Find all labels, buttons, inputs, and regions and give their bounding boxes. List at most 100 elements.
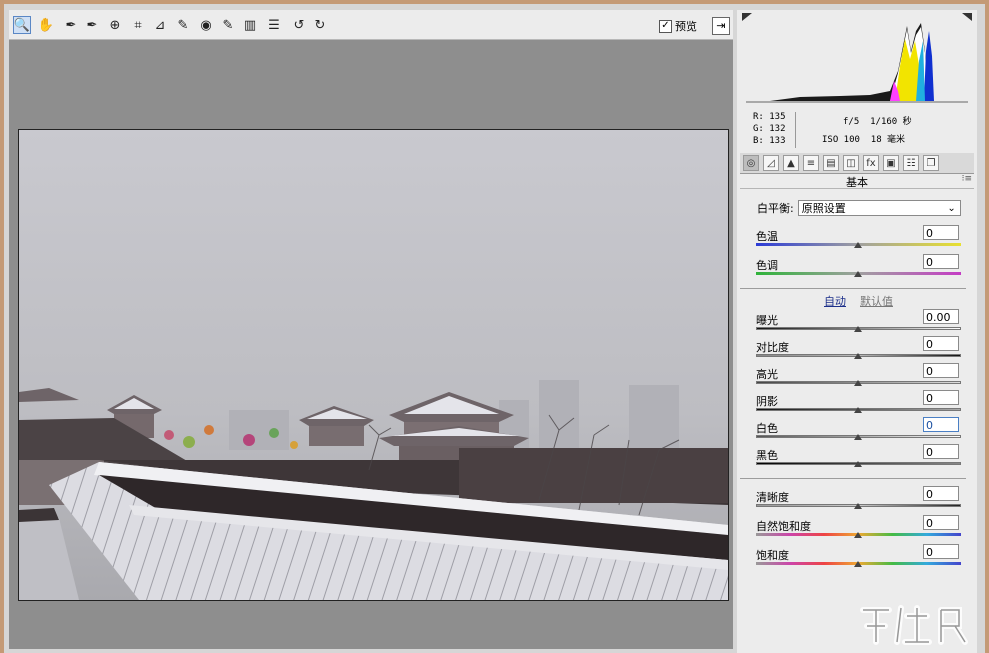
tab-presets[interactable]: ☷ [903,155,919,171]
rotate-left-tool[interactable]: ↺ [290,16,308,34]
shadows-input[interactable]: 0 [923,390,959,405]
presets-icon: ☷ [906,157,916,169]
contrast-thumb[interactable] [854,353,862,359]
highlights-label: 高光 [756,368,778,381]
preview-toggle[interactable]: ✓ 预览 [659,18,697,34]
blacks-label: 黑色 [756,449,778,462]
rotate-right-tool[interactable]: ↻ [311,16,329,34]
tab-hsl[interactable]: ≡ [803,155,819,171]
saturation-thumb[interactable] [854,561,862,567]
graduated-filter-tool[interactable]: ▥ [241,16,259,34]
whites-thumb[interactable] [854,434,862,440]
fullscreen-toggle-button[interactable]: ⇥ [712,17,730,35]
spot-removal-icon: ✎ [177,17,189,33]
exposure-thumb[interactable] [854,326,862,332]
contrast-label: 对比度 [756,341,789,354]
crop-tool[interactable]: ⌗ [129,16,147,34]
separator [740,478,966,479]
tab-camera-calibration[interactable]: ▣ [883,155,899,171]
zoom-tool[interactable]: 🔍 [13,16,31,34]
contrast-input[interactable]: 0 [923,336,959,351]
tab-effects[interactable]: fx [863,155,879,171]
white-balance-tool[interactable]: ✒ [62,16,80,34]
exposure-input[interactable]: 0.00 [923,309,959,324]
shutter-value: 1/160 秒 [870,117,912,127]
list-icon: ☰ [268,17,280,33]
curve-icon: ◿ [767,157,775,169]
spot-removal-tool[interactable]: ✎ [174,16,192,34]
preferences-tool[interactable]: ☰ [265,16,283,34]
focal-length-value: 18 毫米 [870,135,906,145]
hsl-icon: ≡ [806,157,816,169]
clarity-thumb[interactable] [854,503,862,509]
section-title-text: 基本 [846,176,868,189]
tint-input[interactable]: 0 [923,254,959,269]
site-watermark-logo [860,605,968,645]
panel-menu-icon[interactable]: ⁝≡ [962,174,972,184]
r-value: 135 [769,112,786,122]
clarity-input[interactable]: 0 [923,486,959,501]
highlights-input[interactable]: 0 [923,363,959,378]
blacks-thumb[interactable] [854,461,862,467]
chevron-down-icon: ⌄ [947,203,956,214]
tab-basic[interactable]: ◎ [743,155,759,171]
auto-link[interactable]: 自动 [824,293,846,309]
rgb-readout: R: 135 G: 132 B: 133 [753,112,786,148]
image-canvas[interactable] [9,40,733,649]
straighten-tool[interactable]: ⊿ [151,16,169,34]
white-balance-select[interactable]: 原照设置 ⌄ [797,200,961,216]
snapshots-icon: ❐ [926,157,936,169]
panel-tabs: ◎ ◿ ▲ ≡ ▤ ◫ fx ▣ ☷ ❐ [740,153,974,174]
tint-thumb[interactable] [854,271,862,277]
eyedropper-icon: ✒ [65,17,77,33]
tab-detail[interactable]: ▲ [783,155,799,171]
targeted-adjustment-tool[interactable]: ⊕ [106,16,124,34]
adjustments-panel: R: 135 G: 132 B: 133 f/5 1/160 秒 ISO 100… [737,10,977,653]
histogram [740,11,974,106]
zoom-icon: 🔍 [13,17,31,33]
vibrance-thumb[interactable] [854,532,862,538]
b-label: B: [753,136,764,146]
temperature-thumb[interactable] [854,242,862,248]
default-link[interactable]: 默认值 [860,293,893,309]
rotate-right-icon: ↻ [314,17,326,33]
red-eye-tool[interactable]: ◉ [197,16,215,34]
tab-lens[interactable]: ◫ [843,155,859,171]
tab-split-toning[interactable]: ▤ [823,155,839,171]
separator [740,288,966,289]
graduated-filter-icon: ▥ [243,17,257,33]
temperature-input[interactable]: 0 [923,225,959,240]
shadows-thumb[interactable] [854,407,862,413]
camera-icon: ▣ [886,157,896,169]
blacks-input[interactable]: 0 [923,444,959,459]
hand-icon: ✋ [37,17,55,33]
info-divider [795,112,796,148]
saturation-label: 饱和度 [756,549,789,562]
temperature-label: 色温 [756,230,778,243]
export-icon: ⇥ [716,19,726,32]
whites-label: 白色 [756,422,778,435]
preview-checkbox[interactable]: ✓ [659,19,672,33]
saturation-input[interactable]: 0 [923,544,959,559]
tab-snapshots[interactable]: ❐ [923,155,939,171]
tab-tone-curve[interactable]: ◿ [763,155,779,171]
hand-tool[interactable]: ✋ [37,16,55,34]
whites-input[interactable]: 0 [923,417,959,432]
shadows-label: 阴影 [756,395,778,408]
color-sampler-tool[interactable]: ✒ [83,16,101,34]
detail-icon: ▲ [787,157,795,169]
white-balance-row: 白平衡: 原照设置 ⌄ [757,200,961,216]
toolbar: 🔍 ✋ ✒ ✒ ⊕ ⌗ ⊿ ✎ ◉ ✎ ▥ ☰ ↺ ↻ ✓ 预览 ⇥ [9,10,733,40]
vibrance-input[interactable]: 0 [923,515,959,530]
auto-default-links: 自动 默认值 [824,293,893,309]
snowy-city-wall-photo [19,130,728,600]
section-title: 基本 ⁝≡ [740,174,974,189]
lens-icon: ◫ [846,157,856,169]
clarity-label: 清晰度 [756,491,789,504]
adjustment-brush-tool[interactable]: ✎ [219,16,237,34]
histogram-chart [740,11,974,106]
brush-icon: ✎ [222,17,234,33]
b-value: 133 [769,136,786,146]
r-label: R: [753,112,764,122]
highlights-thumb[interactable] [854,380,862,386]
